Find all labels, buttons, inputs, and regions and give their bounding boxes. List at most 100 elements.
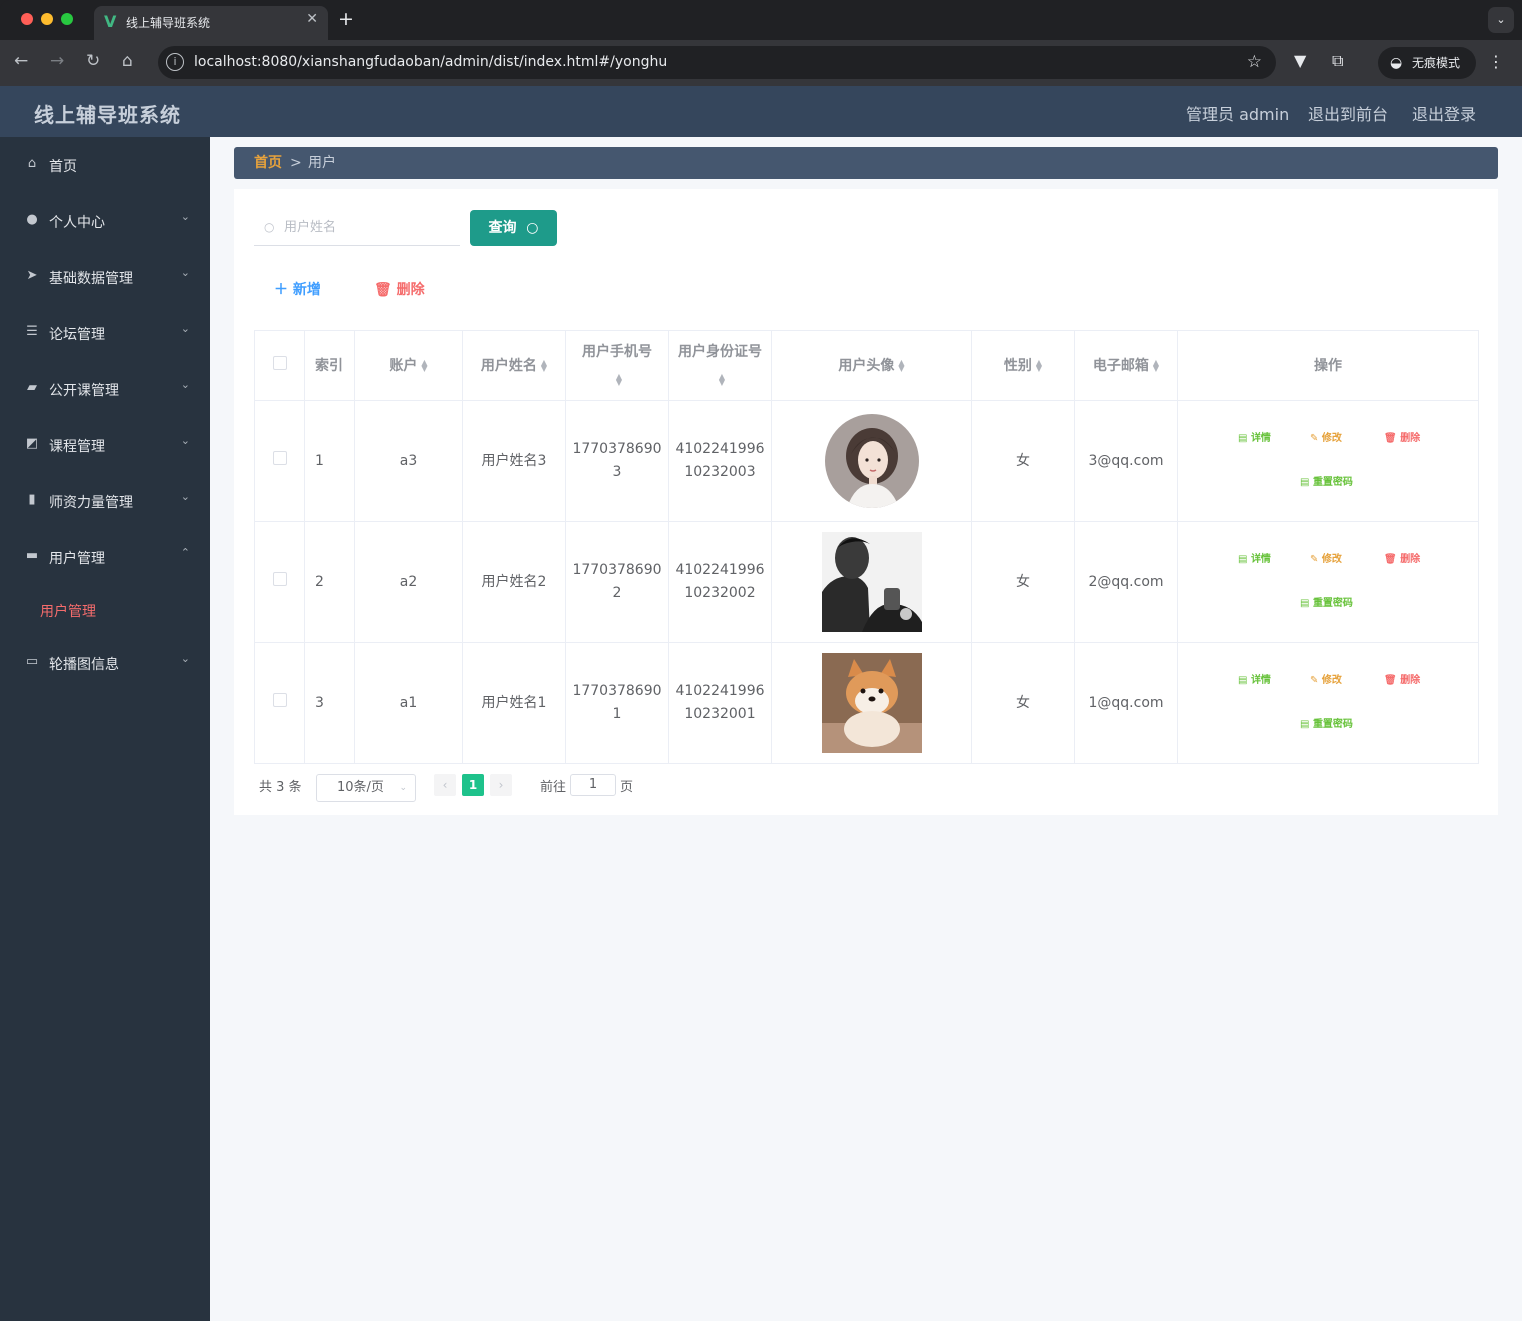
edit-button[interactable]: ✎ 修改 — [1310, 675, 1342, 687]
exit-to-front-link[interactable]: 退出到前台 — [1308, 101, 1388, 125]
delete-button[interactable]: 🗑 删除 — [1384, 554, 1420, 566]
sidebar-item-users[interactable]: ▬ 用户管理 ⌃ — [0, 529, 210, 585]
detail-label: 详情 — [1250, 675, 1271, 686]
cell-account: a1 — [354, 642, 463, 764]
main-content: 首页 > 用户 ○ 查询 ○ ＋ 新增 🗑 删除 — [210, 137, 1522, 1321]
detail-button[interactable]: ▤ 详情 — [1238, 675, 1271, 687]
col-name[interactable]: 用户姓名 ▲ ▼ — [462, 330, 566, 401]
sidebar-subitem-user-management[interactable]: 用户管理 — [40, 601, 96, 621]
batch-delete-button[interactable]: 🗑 删除 — [374, 279, 425, 299]
sort-icon[interactable]: ▲ ▼ — [421, 358, 427, 372]
row-checkbox[interactable] — [272, 571, 287, 586]
avatar-girl-illustration[interactable] — [824, 414, 919, 508]
paper-plane-icon: ➤ — [26, 268, 38, 283]
reset-password-button[interactable]: ▤ 重置密码 — [1300, 719, 1353, 731]
sort-icon[interactable]: ▲ ▼ — [616, 372, 622, 386]
edit-button[interactable]: ✎ 修改 — [1310, 433, 1342, 445]
home-browser-icon[interactable]: ⌂ — [122, 51, 133, 71]
reset-password-button[interactable]: ▤ 重置密码 — [1300, 477, 1353, 489]
detail-button[interactable]: ▤ 详情 — [1238, 433, 1271, 445]
breadcrumb-separator: > — [290, 155, 302, 171]
select-all-checkbox[interactable] — [272, 355, 287, 370]
sidebar-item-profile[interactable]: ● 个人中心 ⌄ — [0, 193, 210, 249]
sidebar-item-course[interactable]: ◩ 课程管理 ⌄ — [0, 417, 210, 473]
maximize-window-button[interactable] — [61, 13, 73, 25]
tab-close-icon[interactable]: ✕ — [306, 11, 318, 27]
sort-icon[interactable]: ▲ ▼ — [898, 358, 904, 372]
cell-phone: 1770378690 3 — [565, 400, 669, 522]
detail-button[interactable]: ▤ 详情 — [1238, 554, 1271, 566]
forward-arrow-icon[interactable]: → — [50, 51, 64, 71]
sidebar-item-forum[interactable]: ☰ 论坛管理 ⌄ — [0, 305, 210, 361]
search-field[interactable]: ○ — [254, 209, 460, 246]
reset-password-button[interactable]: ▤ 重置密码 — [1300, 598, 1353, 610]
delete-button[interactable]: 🗑 删除 — [1384, 675, 1420, 687]
avatar-shiba-dog-photo[interactable] — [821, 653, 922, 753]
cell-gender: 女 — [971, 400, 1075, 522]
back-arrow-icon[interactable]: ← — [14, 51, 28, 71]
bar-chart-icon: ▮ — [28, 492, 36, 507]
user-list-panel: ○ 查询 ○ ＋ 新增 🗑 删除 索引 — [234, 189, 1498, 815]
col-idcard[interactable]: 用户身份证号 ▲ ▼ — [668, 330, 772, 401]
col-email[interactable]: 电子邮箱 ▲ ▼ — [1074, 330, 1178, 401]
breadcrumb-home[interactable]: 首页 — [254, 147, 282, 179]
logout-link[interactable]: 退出登录 — [1412, 101, 1476, 125]
col-gender[interactable]: 性别 ▲ ▼ — [971, 330, 1075, 401]
detail-label: 详情 — [1250, 433, 1271, 444]
bookmark-star-icon[interactable]: ☆ — [1247, 52, 1262, 72]
row-checkbox[interactable] — [272, 692, 287, 707]
col-phone[interactable]: 用户手机号 ▲ ▼ — [565, 330, 669, 401]
search-input[interactable] — [284, 217, 454, 237]
delete-button[interactable]: 🗑 删除 — [1384, 433, 1420, 445]
sort-icon[interactable]: ▲ ▼ — [719, 372, 725, 386]
next-page-button[interactable]: › — [490, 774, 512, 796]
sidebar-item-base-data[interactable]: ➤ 基础数据管理 ⌄ — [0, 249, 210, 305]
tab-search-chevron-icon[interactable]: ⌄ — [1488, 7, 1514, 33]
sidebar-item-carousel[interactable]: ▭ 轮播图信息 ⌄ — [0, 635, 210, 691]
add-button[interactable]: ＋ 新增 — [274, 279, 321, 299]
sort-icon[interactable]: ▲ ▼ — [1036, 358, 1042, 372]
cell-phone: 1770378690 1 — [565, 642, 669, 764]
sidebar-item-home[interactable]: ⌂ 首页 — [0, 137, 210, 193]
vue-devtools-icon[interactable]: ▼ — [1294, 51, 1306, 70]
query-button[interactable]: 查询 ○ — [470, 210, 557, 246]
document-icon: ▤ — [1300, 719, 1313, 730]
sort-icon[interactable]: ▲ ▼ — [1153, 358, 1159, 372]
edit-button[interactable]: ✎ 修改 — [1310, 554, 1342, 566]
sidebar-item-teachers[interactable]: ▮ 师资力量管理 ⌄ — [0, 473, 210, 529]
cell-index: 3 — [304, 642, 355, 764]
chevron-up-icon: ⌃ — [180, 546, 190, 559]
extensions-puzzle-icon[interactable]: ⧉ — [1332, 51, 1343, 71]
col-account[interactable]: 账户 ▲ ▼ — [354, 330, 463, 401]
sidebar-item-label: 用户管理 — [49, 551, 105, 567]
sidebar-item-open-course[interactable]: ▰ 公开课管理 ⌄ — [0, 361, 210, 417]
browser-tab[interactable]: V 线上辅导班系统 ✕ — [94, 6, 328, 40]
browser-menu-icon[interactable]: ⋮ — [1488, 52, 1504, 71]
row-actions: ▤ 详情 ✎ 修改 🗑 删除 ▤ 重置密码 — [1178, 401, 1478, 521]
address-bar[interactable]: i localhost:8080/xianshangfudaoban/admin… — [158, 46, 1276, 79]
prev-page-button[interactable]: ‹ — [434, 774, 456, 796]
incognito-badge[interactable]: ◒ 无痕模式 — [1378, 47, 1476, 79]
cell-email: 2@qq.com — [1074, 521, 1178, 643]
close-window-button[interactable] — [21, 13, 33, 25]
col-avatar[interactable]: 用户头像 ▲ ▼ — [771, 330, 972, 401]
cell-gender: 女 — [971, 642, 1075, 764]
col-gender-label: 性别 — [1003, 357, 1032, 374]
site-info-icon[interactable]: i — [166, 53, 184, 71]
reload-icon[interactable]: ↻ — [86, 51, 100, 71]
avatar-man-photo[interactable] — [821, 532, 922, 632]
row-checkbox[interactable] — [272, 450, 287, 465]
cell-avatar — [771, 521, 972, 643]
delete-label: 删除 — [1400, 675, 1421, 686]
top-header: 线上辅导班系统 管理员 admin 退出到前台 退出登录 — [0, 86, 1522, 137]
page-size-select[interactable]: 10条/页 ⌄ — [316, 774, 416, 802]
new-tab-icon[interactable]: + — [338, 8, 354, 30]
col-avatar-label: 用户头像 — [838, 357, 895, 374]
minimize-window-button[interactable] — [41, 13, 53, 25]
page-number-current[interactable]: 1 — [462, 774, 484, 796]
incognito-label: 无痕模式 — [1412, 56, 1461, 70]
sort-icon[interactable]: ▲ ▼ — [541, 358, 547, 372]
col-index: 索引 — [304, 330, 355, 401]
url-text[interactable]: localhost:8080/xianshangfudaoban/admin/d… — [194, 54, 667, 70]
goto-page-input[interactable]: 1 — [570, 774, 616, 796]
